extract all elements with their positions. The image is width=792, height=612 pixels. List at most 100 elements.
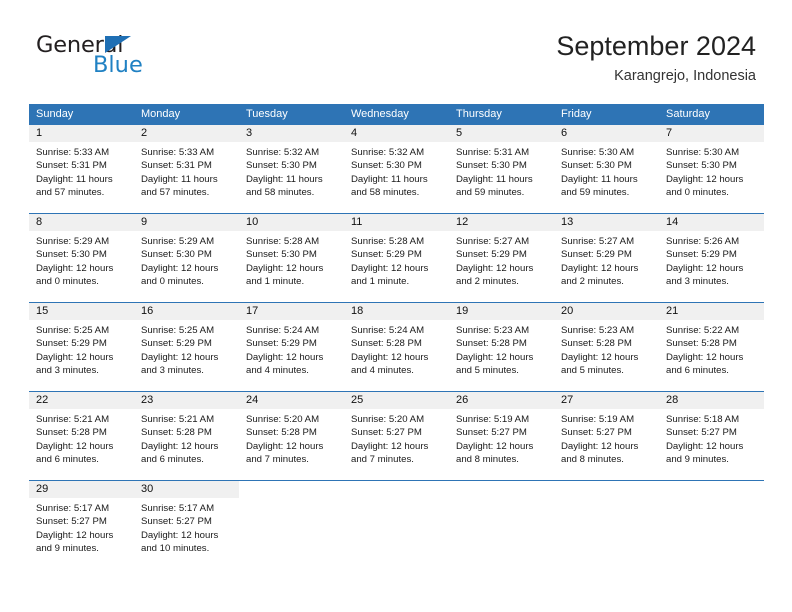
calendar-day-cell[interactable]: 13 Sunrise: 5:27 AM Sunset: 5:29 PM Dayligh… [554, 214, 659, 302]
calendar-day-cell[interactable]: 15 Sunrise: 5:25 AM Sunset: 5:29 PM Dayligh… [29, 303, 134, 391]
day-number: 5 [449, 125, 554, 142]
sunset-time: Sunset: 5:30 PM [36, 249, 107, 261]
daylight-duration-line2: and 7 minutes. [246, 454, 309, 466]
title-block: September 2024 Karangrejo, Indonesia [556, 30, 756, 86]
day-details: Sunrise: 5:23 AM Sunset: 5:28 PM Daylight:… [554, 320, 659, 384]
sunrise-time: Sunrise: 5:24 AM [246, 325, 320, 336]
calendar-day-cell[interactable]: 21 Sunrise: 5:22 AM Sunset: 5:28 PM Dayligh… [659, 303, 764, 391]
calendar-day-cell[interactable]: 10 Sunrise: 5:28 AM Sunset: 5:30 PM Dayligh… [239, 214, 344, 302]
calendar-day-cell[interactable]: 17 Sunrise: 5:24 AM Sunset: 5:29 PM Dayligh… [239, 303, 344, 391]
day-number: 21 [659, 303, 764, 320]
sunset-time: Sunset: 5:28 PM [456, 338, 527, 350]
calendar-day-cell[interactable]: 5 Sunrise: 5:31 AM Sunset: 5:30 PM Daylight… [449, 125, 554, 213]
calendar-day-cell[interactable]: 22 Sunrise: 5:21 AM Sunset: 5:28 PM Dayligh… [29, 392, 134, 480]
day-details: Sunrise: 5:33 AM Sunset: 5:31 PM Daylight:… [134, 142, 239, 206]
sunrise-time: Sunrise: 5:30 AM [666, 147, 740, 158]
sunrise-time: Sunrise: 5:30 AM [561, 147, 635, 158]
calendar-cell-empty [449, 481, 554, 569]
calendar-day-cell[interactable]: 28 Sunrise: 5:18 AM Sunset: 5:27 PM Dayligh… [659, 392, 764, 480]
day-number: 18 [344, 303, 449, 320]
calendar-day-cell[interactable]: 23 Sunrise: 5:21 AM Sunset: 5:28 PM Dayligh… [134, 392, 239, 480]
sunset-time: Sunset: 5:28 PM [666, 338, 737, 350]
daylight-duration-line1: Daylight: 12 hours [666, 440, 744, 452]
sunset-time: Sunset: 5:29 PM [351, 249, 422, 261]
daylight-duration-line2: and 3 minutes. [666, 276, 729, 288]
daylight-duration-line2: and 8 minutes. [456, 454, 519, 466]
day-number: 8 [29, 214, 134, 231]
daylight-duration-line2: and 5 minutes. [561, 365, 624, 377]
daylight-duration-line2: and 2 minutes. [561, 276, 624, 288]
day-details: Sunrise: 5:27 AM Sunset: 5:29 PM Daylight:… [449, 231, 554, 295]
daylight-duration-line2: and 6 minutes. [141, 454, 204, 466]
calendar-day-cell[interactable]: 29 Sunrise: 5:17 AM Sunset: 5:27 PM Dayligh… [29, 481, 134, 569]
calendar-day-cell[interactable]: 27 Sunrise: 5:19 AM Sunset: 5:27 PM Dayligh… [554, 392, 659, 480]
sunrise-time: Sunrise: 5:20 AM [246, 414, 320, 425]
day-details: Sunrise: 5:29 AM Sunset: 5:30 PM Daylight:… [29, 231, 134, 295]
calendar-day-cell[interactable]: 1 Sunrise: 5:33 AM Sunset: 5:31 PM Daylight… [29, 125, 134, 213]
daylight-duration-line1: Daylight: 12 hours [246, 351, 324, 363]
weekday-header-thursday: Thursday [456, 108, 502, 120]
page-subtitle: Karangrejo, Indonesia [614, 68, 756, 84]
day-number: 22 [29, 392, 134, 409]
daylight-duration-line2: and 10 minutes. [141, 543, 210, 555]
daylight-duration-line1: Daylight: 12 hours [141, 440, 219, 452]
calendar-day-cell[interactable]: 26 Sunrise: 5:19 AM Sunset: 5:27 PM Dayligh… [449, 392, 554, 480]
day-details: Sunrise: 5:22 AM Sunset: 5:28 PM Daylight:… [659, 320, 764, 384]
sunset-time: Sunset: 5:30 PM [561, 160, 632, 172]
page-header: General Blue September 2024 Karangrejo, … [0, 0, 792, 100]
daylight-duration-line2: and 9 minutes. [666, 454, 729, 466]
day-details: Sunrise: 5:17 AM Sunset: 5:27 PM Daylight:… [29, 498, 134, 562]
day-details: Sunrise: 5:30 AM Sunset: 5:30 PM Daylight:… [554, 142, 659, 206]
calendar-day-cell[interactable]: 24 Sunrise: 5:20 AM Sunset: 5:28 PM Dayligh… [239, 392, 344, 480]
calendar-day-cell[interactable]: 30 Sunrise: 5:17 AM Sunset: 5:27 PM Dayligh… [134, 481, 239, 569]
day-number [344, 481, 449, 498]
daylight-duration-line2: and 6 minutes. [36, 454, 99, 466]
day-number: 14 [659, 214, 764, 231]
daylight-duration-line1: Daylight: 12 hours [561, 351, 639, 363]
sunrise-time: Sunrise: 5:25 AM [141, 325, 215, 336]
sunset-time: Sunset: 5:28 PM [561, 338, 632, 350]
day-number: 3 [239, 125, 344, 142]
calendar-day-cell[interactable]: 25 Sunrise: 5:20 AM Sunset: 5:27 PM Dayligh… [344, 392, 449, 480]
calendar-week-row: 22 Sunrise: 5:21 AM Sunset: 5:28 PM Dayligh… [29, 391, 764, 480]
calendar-day-cell[interactable]: 3 Sunrise: 5:32 AM Sunset: 5:30 PM Daylight… [239, 125, 344, 213]
calendar-day-cell[interactable]: 6 Sunrise: 5:30 AM Sunset: 5:30 PM Daylight… [554, 125, 659, 213]
day-details: Sunrise: 5:32 AM Sunset: 5:30 PM Daylight:… [344, 142, 449, 206]
calendar-day-cell[interactable]: 4 Sunrise: 5:32 AM Sunset: 5:30 PM Daylight… [344, 125, 449, 213]
calendar-day-cell[interactable]: 16 Sunrise: 5:25 AM Sunset: 5:29 PM Dayligh… [134, 303, 239, 391]
sunrise-time: Sunrise: 5:17 AM [36, 503, 110, 514]
calendar-day-cell[interactable]: 20 Sunrise: 5:23 AM Sunset: 5:28 PM Dayligh… [554, 303, 659, 391]
calendar-week-row: 29 Sunrise: 5:17 AM Sunset: 5:27 PM Dayligh… [29, 480, 764, 569]
day-details: Sunrise: 5:31 AM Sunset: 5:30 PM Daylight:… [449, 142, 554, 206]
day-number [239, 481, 344, 498]
calendar-day-cell[interactable]: 18 Sunrise: 5:24 AM Sunset: 5:28 PM Dayligh… [344, 303, 449, 391]
calendar-day-cell[interactable]: 7 Sunrise: 5:30 AM Sunset: 5:30 PM Daylight… [659, 125, 764, 213]
day-details: Sunrise: 5:33 AM Sunset: 5:31 PM Daylight:… [29, 142, 134, 206]
daylight-duration-line1: Daylight: 12 hours [561, 440, 639, 452]
calendar-day-cell[interactable]: 9 Sunrise: 5:29 AM Sunset: 5:30 PM Daylight… [134, 214, 239, 302]
day-number: 6 [554, 125, 659, 142]
daylight-duration-line2: and 0 minutes. [141, 276, 204, 288]
day-number: 10 [239, 214, 344, 231]
sunrise-time: Sunrise: 5:33 AM [141, 147, 215, 158]
day-details: Sunrise: 5:26 AM Sunset: 5:29 PM Daylight:… [659, 231, 764, 295]
weekday-header-row: Sunday Monday Tuesday Wednesday Thursday… [29, 104, 764, 125]
logo-text-blue: Blue [93, 52, 143, 78]
day-details [449, 498, 554, 508]
daylight-duration-line1: Daylight: 12 hours [456, 351, 534, 363]
calendar-day-cell[interactable]: 19 Sunrise: 5:23 AM Sunset: 5:28 PM Dayligh… [449, 303, 554, 391]
calendar-day-cell[interactable]: 8 Sunrise: 5:29 AM Sunset: 5:30 PM Daylight… [29, 214, 134, 302]
calendar-day-cell[interactable]: 14 Sunrise: 5:26 AM Sunset: 5:29 PM Dayligh… [659, 214, 764, 302]
calendar-day-cell[interactable]: 2 Sunrise: 5:33 AM Sunset: 5:31 PM Daylight… [134, 125, 239, 213]
daylight-duration-line2: and 9 minutes. [36, 543, 99, 555]
general-blue-logo[interactable]: General Blue [36, 33, 206, 81]
daylight-duration-line1: Daylight: 12 hours [36, 262, 114, 274]
sunset-time: Sunset: 5:30 PM [246, 249, 317, 261]
calendar-day-cell[interactable]: 12 Sunrise: 5:27 AM Sunset: 5:29 PM Dayligh… [449, 214, 554, 302]
calendar-day-cell[interactable]: 11 Sunrise: 5:28 AM Sunset: 5:29 PM Dayligh… [344, 214, 449, 302]
day-number: 2 [134, 125, 239, 142]
day-number [659, 481, 764, 498]
daylight-duration-line2: and 4 minutes. [351, 365, 414, 377]
day-details: Sunrise: 5:21 AM Sunset: 5:28 PM Daylight:… [134, 409, 239, 473]
daylight-duration-line2: and 3 minutes. [36, 365, 99, 377]
